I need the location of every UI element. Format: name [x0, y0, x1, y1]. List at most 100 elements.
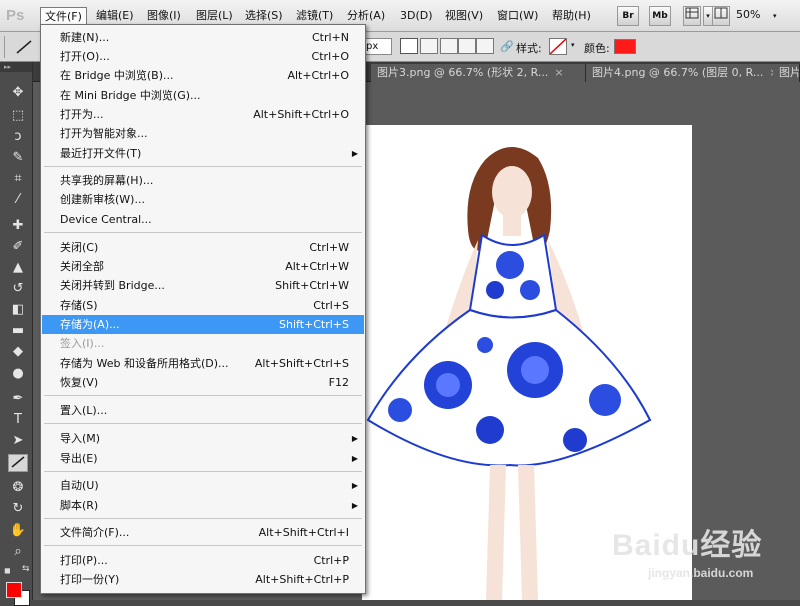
menu-item-open-as[interactable]: 打开为... Alt+Shift+Ctrl+O [42, 105, 364, 124]
zoom-level[interactable]: 50% [736, 8, 760, 21]
zoom-tool-icon[interactable]: ⌕ [8, 543, 28, 561]
foreground-color-swatch[interactable] [6, 582, 22, 598]
type-tool-icon[interactable]: T [8, 411, 28, 429]
menu-item-save-as[interactable]: 存储为(A)... Shift+Ctrl+S [42, 315, 364, 334]
pen-tool-icon[interactable]: ✒ [8, 390, 28, 408]
menu-select[interactable]: 选择(S) [241, 7, 287, 25]
default-colors-icon[interactable]: ◼ [4, 566, 11, 575]
menu-item-print-one-copy[interactable]: 打印一份(Y) Alt+Shift+Ctrl+P [42, 570, 364, 589]
dodge-tool-icon[interactable]: ● [8, 365, 28, 383]
menu-item-label: 打开(O)... [60, 50, 110, 63]
eraser-tool-icon[interactable]: ◧ [8, 301, 28, 319]
style-dropdown-icon[interactable]: ▾ [571, 41, 575, 49]
menu-analysis[interactable]: 分析(A) [343, 7, 389, 25]
line-weight-input[interactable]: px [362, 38, 392, 55]
menu-item-shortcut: Shift+Ctrl+S [279, 318, 349, 331]
menu-item-save-for-web[interactable]: 存储为 Web 和设备所用格式(D)... Alt+Shift+Ctrl+S [42, 354, 364, 373]
menu-view[interactable]: 视图(V) [441, 7, 487, 25]
menu-separator [44, 166, 362, 167]
gradient-tool-icon[interactable]: ▬ [8, 322, 28, 340]
clone-stamp-tool-icon[interactable]: ▲ [8, 259, 28, 277]
menu-window[interactable]: 窗口(W) [493, 7, 542, 25]
history-brush-tool-icon[interactable]: ↺ [8, 280, 28, 298]
menu-filter[interactable]: 滤镜(T) [292, 7, 337, 25]
menu-item-label: 恢复(V) [60, 376, 99, 389]
intersect-shape-icon[interactable] [458, 38, 476, 54]
subtract-shape-icon[interactable] [440, 38, 458, 54]
menu-item-print[interactable]: 打印(P)... Ctrl+P [42, 551, 364, 570]
menu-item-new[interactable]: 新建(N)... Ctrl+N [42, 28, 364, 47]
brush-tool-icon[interactable]: ✐ [8, 238, 28, 256]
move-tool-icon[interactable]: ✥ [8, 84, 28, 102]
menu-item-open-recent[interactable]: 最近打开文件(T) ▶ [42, 144, 364, 163]
menu-item-label: 关闭并转到 Bridge... [60, 279, 165, 292]
crop-tool-icon[interactable]: ⌗ [8, 170, 28, 188]
menu-item-open[interactable]: 打开(O)... Ctrl+O [42, 47, 364, 66]
line-tool-icon[interactable] [8, 454, 28, 472]
3d-rotate-tool-icon[interactable]: ❂ [8, 479, 28, 497]
view-extras-icon[interactable] [683, 6, 701, 26]
menu-item-close[interactable]: 关闭(C) Ctrl+W [42, 238, 364, 257]
line-tool-preset-icon[interactable] [14, 38, 34, 59]
launch-bridge-button[interactable]: Br [617, 6, 639, 26]
menu-file[interactable]: 文件(F) [40, 7, 87, 25]
menu-item-label: 打开为智能对象... [60, 127, 148, 140]
menu-item-browse-mini-bridge[interactable]: 在 Mini Bridge 中浏览(G)... [42, 86, 364, 105]
lasso-tool-icon[interactable]: ↄ [8, 128, 28, 146]
menu-separator [44, 518, 362, 519]
hand-tool-icon[interactable]: ✋ [8, 522, 28, 540]
menu-item-save[interactable]: 存储(S) Ctrl+S [42, 296, 364, 315]
close-icon[interactable]: × [554, 66, 563, 79]
menu-item-automate[interactable]: 自动(U) ▶ [42, 476, 364, 495]
marquee-tool-icon[interactable]: ⬚ [8, 107, 28, 125]
quick-selection-tool-icon[interactable]: ✎ [8, 149, 28, 167]
menu-item-shortcut: Shift+Ctrl+W [275, 279, 349, 292]
add-to-shape-icon[interactable] [420, 38, 438, 54]
style-swatch[interactable] [549, 38, 567, 55]
menu-item-browse-bridge[interactable]: 在 Bridge 中浏览(B)... Alt+Ctrl+O [42, 66, 364, 85]
swap-colors-icon[interactable]: ⇆ [22, 564, 30, 574]
menu-item-label: 导入(M) [60, 432, 101, 445]
healing-brush-tool-icon[interactable]: ✚ [8, 217, 28, 235]
menu-item-close-all[interactable]: 关闭全部 Alt+Ctrl+W [42, 257, 364, 276]
menu-help[interactable]: 帮助(H) [548, 7, 595, 25]
menu-item-scripts[interactable]: 脚本(R) ▶ [42, 496, 364, 515]
zoom-dropdown-icon[interactable]: ▾ [773, 12, 777, 20]
menu-item-open-as-smart-object[interactable]: 打开为智能对象... [42, 124, 364, 143]
submenu-arrow-icon: ▶ [351, 481, 358, 490]
menu-item-label: 共享我的屏幕(H)... [60, 174, 154, 187]
menu-item-share-screen[interactable]: 共享我的屏幕(H)... [42, 171, 364, 190]
menu-item-export[interactable]: 导出(E) ▶ [42, 449, 364, 468]
menu-item-import[interactable]: 导入(M) ▶ [42, 429, 364, 448]
menu-item-place[interactable]: 置入(L)... [42, 401, 364, 420]
menu-layer[interactable]: 图层(L) [192, 7, 237, 25]
path-selection-tool-icon[interactable]: ➤ [8, 432, 28, 450]
new-shape-layer-icon[interactable] [400, 38, 418, 54]
tab-image5[interactable]: 图片5 [773, 64, 800, 82]
menu-3d[interactable]: 3D(D) [396, 7, 437, 25]
menu-item-close-go-bridge[interactable]: 关闭并转到 Bridge... Shift+Ctrl+W [42, 276, 364, 295]
tab-image3[interactable]: 图片3.png @ 66.7% (形状 2, R... × [371, 64, 586, 82]
tab-label: 图片5 [779, 66, 800, 79]
exclude-shape-icon[interactable] [476, 38, 494, 54]
toolbox-collapse-icon[interactable]: ▸▸ [0, 62, 32, 72]
shape-color-swatch[interactable] [614, 39, 636, 54]
launch-minibridge-button[interactable]: Mb [649, 6, 671, 26]
blur-tool-icon[interactable]: ◆ [8, 343, 28, 361]
menu-item-label: 置入(L)... [60, 404, 108, 417]
eyedropper-tool-icon[interactable]: ⁄ [8, 191, 28, 209]
3d-orbit-tool-icon[interactable]: ↻ [8, 500, 28, 518]
link-icon[interactable]: 🔗 [500, 40, 514, 53]
menu-item-shortcut: Alt+Ctrl+W [285, 260, 349, 273]
menu-item-create-review[interactable]: 创建新审核(W)... [42, 190, 364, 209]
menu-image[interactable]: 图像(I) [143, 7, 185, 25]
tab-label: 图片3.png @ 66.7% (形状 2, R... [377, 66, 549, 79]
menu-item-check-in[interactable]: 签入(I)... [42, 334, 364, 353]
menu-item-file-info[interactable]: 文件简介(F)... Alt+Shift+Ctrl+I [42, 523, 364, 542]
arrange-documents-icon[interactable] [712, 6, 730, 26]
menu-edit[interactable]: 编辑(E) [92, 7, 138, 25]
menu-separator [44, 423, 362, 424]
menu-item-revert[interactable]: 恢复(V) F12 [42, 373, 364, 392]
menu-item-device-central[interactable]: Device Central... [42, 210, 364, 229]
tab-image4[interactable]: 图片4.png @ 66.7% (图层 0, R...× [586, 64, 796, 82]
